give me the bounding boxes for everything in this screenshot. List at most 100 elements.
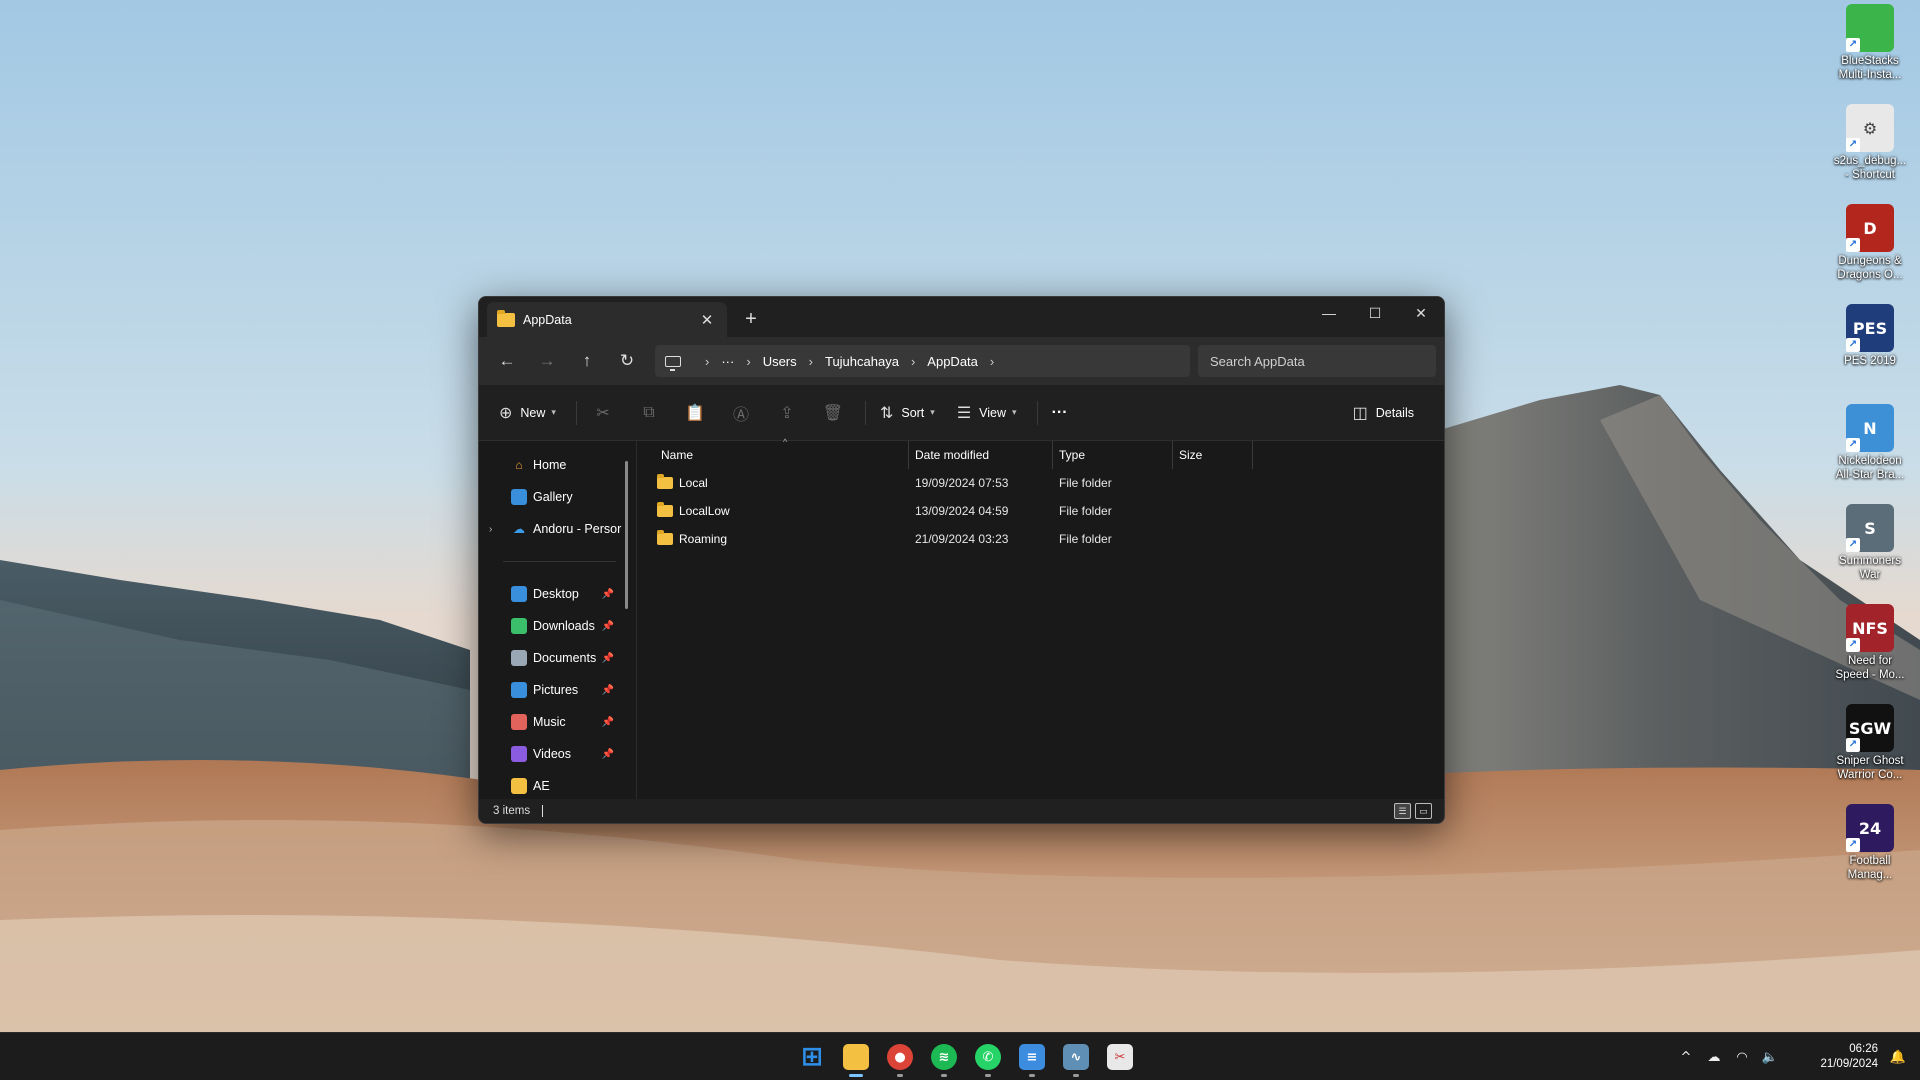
- desktop-shortcut[interactable]: ↗ BlueStacks Multi-Insta...: [1820, 4, 1920, 100]
- desktop-shortcut[interactable]: ⚙ ↗ s2us_debug... - Shortcut: [1820, 104, 1920, 200]
- details-view-icon[interactable]: ☰: [1394, 803, 1411, 819]
- column-type[interactable]: Type: [1053, 441, 1173, 469]
- view-button[interactable]: ☰ View ▾: [949, 397, 1025, 429]
- taskbar-performance-monitor-button[interactable]: ∿: [1054, 1033, 1098, 1080]
- up-button[interactable]: ↑: [567, 345, 607, 377]
- close-button[interactable]: ✕: [1398, 297, 1444, 329]
- shortcut-glyph: SGW: [1848, 718, 1892, 738]
- file-name: Roaming: [679, 532, 728, 546]
- pin-icon[interactable]: 📌: [602, 685, 614, 696]
- pin-icon[interactable]: 📌: [602, 717, 614, 728]
- more-options-button[interactable]: ···: [1044, 397, 1076, 429]
- tab-close-icon[interactable]: ✕: [697, 311, 717, 329]
- navigation-pane: ⌂ Home Gallery › ☁ Andoru - Persor Deskt…: [479, 441, 637, 799]
- sidebar-item-documents[interactable]: Documents 📌: [479, 642, 636, 674]
- taskbar-spotify-button[interactable]: ≋: [922, 1033, 966, 1080]
- breadcrumb-more[interactable]: ···: [721, 354, 734, 369]
- back-button[interactable]: ←: [487, 345, 527, 377]
- taskbar: ⊞ ● ≋ ✆ ≡ ∿ ✂ ^ ☁ ◠ 🔈 06:26 21/09/2024 🔔: [0, 1032, 1920, 1080]
- maximize-button[interactable]: ☐: [1352, 297, 1398, 329]
- sort-button[interactable]: ⇅ Sort ▾: [872, 397, 943, 429]
- address-bar[interactable]: › ··· › Users › Tujuhcahaya › AppData ›: [655, 345, 1190, 377]
- column-name[interactable]: Name: [637, 441, 909, 469]
- desktop-shortcut[interactable]: SGW ↗ Sniper Ghost Warrior Co...: [1820, 704, 1920, 800]
- chevron-right-icon[interactable]: ›: [809, 354, 813, 369]
- shortcut-glyph: NFS: [1852, 618, 1888, 638]
- desktop-shortcut[interactable]: NFS ↗ Need for Speed - Mo...: [1820, 604, 1920, 700]
- wifi-icon[interactable]: ◠: [1728, 1050, 1756, 1065]
- chevron-right-icon[interactable]: ›: [746, 354, 750, 369]
- new-button[interactable]: ⊕ New ▾: [491, 397, 564, 429]
- taskbar-chrome-button[interactable]: ●: [878, 1033, 922, 1080]
- breadcrumb-users[interactable]: Users: [763, 354, 797, 369]
- notification-icon[interactable]: 🔔: [1884, 1050, 1912, 1065]
- chevron-right-icon[interactable]: ›: [990, 354, 994, 369]
- forward-button[interactable]: →: [527, 345, 567, 377]
- sidebar-item-videos[interactable]: Videos 📌: [479, 738, 636, 770]
- details-pane-button[interactable]: ◫ Details: [1345, 397, 1422, 429]
- chevron-right-icon[interactable]: ›: [705, 354, 709, 369]
- sidebar-item-label: Gallery: [533, 490, 573, 504]
- delete-button[interactable]: 🗑: [813, 397, 853, 429]
- pin-icon[interactable]: 📌: [602, 653, 614, 664]
- clock[interactable]: 06:26 21/09/2024: [1798, 1042, 1878, 1072]
- tab-appdata[interactable]: AppData ✕: [487, 302, 727, 337]
- desktop-shortcut[interactable]: S ↗ Summoners War: [1820, 504, 1920, 600]
- minimize-button[interactable]: —: [1306, 297, 1352, 329]
- onedrive-tray-icon[interactable]: ☁: [1700, 1050, 1728, 1065]
- taskbar-whatsapp-button[interactable]: ✆: [966, 1033, 1010, 1080]
- dungeons-dragons-icon: D ↗: [1846, 204, 1894, 252]
- running-indicator: [897, 1074, 903, 1077]
- file-date-modified: 21/09/2024 03:23: [915, 532, 1009, 546]
- paste-button[interactable]: 📋: [675, 397, 715, 429]
- sidebar-item-pictures[interactable]: Pictures 📌: [479, 674, 636, 706]
- sidebar-item-ae[interactable]: AE: [479, 770, 636, 802]
- shortcut-arrow-icon: ↗: [1846, 638, 1860, 652]
- taskbar-snipping-tool-button[interactable]: ✂: [1098, 1033, 1142, 1080]
- sidebar-item-home[interactable]: ⌂ Home: [479, 449, 636, 481]
- folder-icon: [657, 502, 673, 517]
- sidebar-item-downloads[interactable]: Downloads 📌: [479, 610, 636, 642]
- desktop-shortcut-label: BlueStacks Multi-Insta...: [1838, 55, 1902, 81]
- taskbar-notepad-button[interactable]: ≡: [1010, 1033, 1054, 1080]
- column-size[interactable]: Size: [1173, 441, 1253, 469]
- sidebar-item-onedrive[interactable]: › ☁ Andoru - Persor: [479, 513, 636, 545]
- file-row[interactable]: Local 19/09/2024 07:53 File folder: [637, 469, 1444, 497]
- taskbar-start-button[interactable]: ⊞: [790, 1033, 834, 1080]
- sidebar-scrollbar[interactable]: [625, 461, 628, 609]
- pin-icon[interactable]: 📌: [602, 749, 614, 760]
- desktop-shortcut[interactable]: PES ↗ PES 2019: [1820, 304, 1920, 400]
- sidebar-item-gallery[interactable]: Gallery: [479, 481, 636, 513]
- new-tab-button[interactable]: +: [737, 305, 765, 333]
- chevron-right-icon[interactable]: ›: [489, 524, 492, 535]
- taskbar-file-explorer-button[interactable]: [834, 1033, 878, 1080]
- sidebar-item-music[interactable]: Music 📌: [479, 706, 636, 738]
- breadcrumb-tujuhcahaya[interactable]: Tujuhcahaya: [825, 354, 899, 369]
- refresh-button[interactable]: ↻: [607, 345, 647, 377]
- share-button[interactable]: ⇪: [767, 397, 807, 429]
- file-row[interactable]: Roaming 21/09/2024 03:23 File folder: [637, 525, 1444, 553]
- pin-icon[interactable]: 📌: [602, 589, 614, 600]
- desktop-shortcut[interactable]: 24 ↗ Football Manag...: [1820, 804, 1920, 900]
- clock-date: 21/09/2024: [1820, 1058, 1878, 1070]
- desktop-shortcut-label: PES 2019: [1844, 355, 1896, 367]
- column-date-modified[interactable]: Date modified: [909, 441, 1053, 469]
- sidebar-item-desktop[interactable]: Desktop 📌: [479, 578, 636, 610]
- desktop-shortcut[interactable]: D ↗ Dungeons & Dragons O...: [1820, 204, 1920, 300]
- rename-button[interactable]: Ⓐ: [721, 397, 761, 429]
- breadcrumb-appdata[interactable]: AppData: [927, 354, 978, 369]
- sidebar-item-label: Pictures: [533, 683, 579, 697]
- pin-icon[interactable]: 📌: [602, 621, 614, 632]
- search-input[interactable]: [1198, 345, 1436, 377]
- file-row[interactable]: LocalLow 13/09/2024 04:59 File folder: [637, 497, 1444, 525]
- cut-button[interactable]: ✂: [583, 397, 623, 429]
- this-pc-icon[interactable]: [665, 355, 681, 371]
- chevron-right-icon[interactable]: ›: [911, 354, 915, 369]
- desktop-shortcut[interactable]: N ↗ Nickelodeon All-Star Bra...: [1820, 404, 1920, 500]
- copy-button[interactable]: ⧉: [629, 397, 669, 429]
- show-hidden-icons-icon[interactable]: ^: [1672, 1050, 1700, 1065]
- tiles-view-icon[interactable]: ▭: [1415, 803, 1432, 819]
- shortcut-glyph: S: [1864, 518, 1876, 538]
- volume-icon[interactable]: 🔈: [1756, 1050, 1784, 1065]
- desktop-shortcut-label: s2us_debug... - Shortcut: [1833, 155, 1907, 181]
